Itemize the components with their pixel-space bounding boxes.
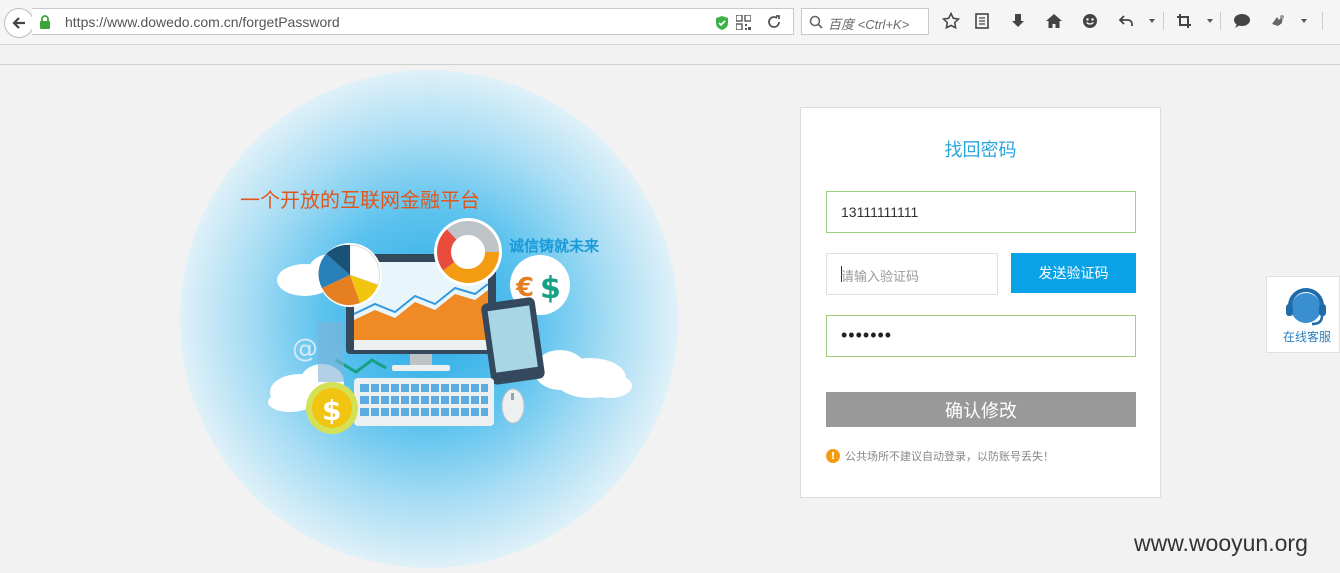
extension-icon[interactable] (1268, 11, 1288, 31)
warning-icon: ! (826, 449, 840, 463)
chat-bubble-icon[interactable] (1232, 11, 1252, 31)
search-bar[interactable]: 百度 <Ctrl+K> (801, 8, 929, 35)
url-text: https://www.dowedo.com.cn/forgetPassword (65, 14, 340, 30)
password-value: ••••••• (841, 325, 893, 345)
headset-icon (1286, 288, 1326, 326)
shield-icon[interactable] (715, 15, 729, 31)
svg-text:$: $ (540, 271, 561, 306)
search-placeholder: 百度 <Ctrl+K> (828, 17, 910, 32)
phone-input[interactable]: 13111111111 (826, 191, 1136, 233)
pie-chart-icon (318, 243, 382, 307)
new-password-input[interactable]: ••••••• (826, 315, 1136, 357)
bookmarks-bar-divider (0, 64, 1340, 65)
security-tip: ! 公共场所不建议自动登录，以防账号丢失！ (826, 448, 1054, 464)
online-service-widget[interactable]: 在线客服 (1266, 276, 1340, 353)
download-icon[interactable] (1008, 11, 1028, 31)
at-sign-icon: @ (292, 334, 318, 364)
browser-toolbar: https://www.dowedo.com.cn/forgetPassword… (0, 0, 1340, 45)
online-service-label: 在线客服 (1282, 330, 1331, 344)
qr-code-icon[interactable] (736, 15, 751, 30)
slogan-main: 一个开放的互联网金融平台 (240, 188, 480, 212)
lock-icon (40, 15, 50, 29)
reset-password-panel: 找回密码 13111111111 请输入验证码 发送验证码 ••••••• 确认… (800, 107, 1161, 498)
extension-dropdown-icon[interactable] (1301, 19, 1307, 23)
panel-title: 找回密码 (944, 140, 1017, 161)
undo-icon[interactable] (1116, 11, 1136, 31)
reload-icon[interactable] (767, 15, 781, 29)
toolbar-divider (1322, 12, 1323, 30)
phone-value: 13111111111 (841, 204, 919, 220)
address-bar[interactable]: https://www.dowedo.com.cn/forgetPassword (32, 8, 794, 35)
search-icon (809, 15, 823, 29)
finance-illustration: € $ @ $ (268, 218, 632, 434)
grid-panel-icon (318, 322, 344, 382)
send-code-button[interactable]: 发送验证码 (1011, 253, 1136, 293)
verification-code-input[interactable]: 请输入验证码 (826, 253, 998, 295)
keyboard-icon (354, 378, 494, 426)
dollar-coin-icon: $ (306, 382, 358, 434)
toolbar-divider (1163, 12, 1164, 30)
cloud-right (534, 350, 632, 398)
watermark-text: www.wooyun.org (1134, 530, 1308, 556)
mouse-icon (501, 388, 525, 424)
verification-code-placeholder: 请输入验证码 (841, 269, 920, 284)
security-tip-text: 公共场所不建议自动登录，以防账号丢失！ (845, 450, 1054, 463)
back-arrow-icon (12, 17, 25, 29)
reading-list-icon[interactable] (972, 11, 992, 31)
back-button[interactable] (4, 8, 34, 38)
donut-chart-icon (434, 218, 502, 286)
toolbar-divider (1220, 12, 1221, 30)
undo-dropdown-icon[interactable] (1149, 19, 1155, 23)
bookmark-star-icon[interactable] (941, 11, 961, 31)
home-icon[interactable] (1044, 11, 1064, 31)
crop-screenshot-icon[interactable] (1174, 11, 1194, 31)
smiley-icon[interactable] (1080, 11, 1100, 31)
confirm-change-button[interactable]: 确认修改 (826, 392, 1136, 427)
screenshot-dropdown-icon[interactable] (1207, 19, 1213, 23)
tablet-icon (481, 297, 545, 385)
svg-text:$: $ (322, 394, 341, 427)
